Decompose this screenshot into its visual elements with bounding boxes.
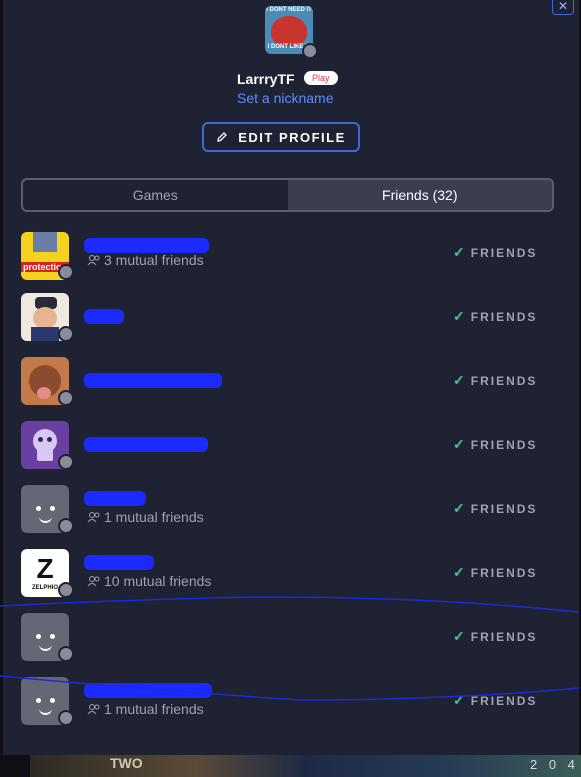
set-nickname-link[interactable]: Set a nickname	[237, 90, 334, 106]
check-icon: ✓	[453, 372, 465, 388]
friend-status-label: FRIENDS	[470, 245, 538, 260]
edit-profile-button[interactable]: EDIT PROFILE	[202, 122, 360, 152]
friend-status-label: FRIENDS	[470, 437, 538, 452]
friend-status: ✓ FRIENDS	[453, 372, 537, 389]
friend-status-label: FRIENDS	[470, 629, 538, 644]
users-icon	[87, 255, 100, 266]
tab-games[interactable]: Games	[23, 180, 288, 210]
friend-status-dot	[58, 326, 74, 342]
friend-status: ✓ FRIENDS	[453, 500, 537, 517]
mutual-friends-text: 10 mutual friends	[104, 573, 212, 589]
friend-status-dot	[58, 390, 74, 406]
mutual-friends-text: 1 mutual friends	[104, 701, 204, 717]
friend-row[interactable]: ✓ FRIENDS	[21, 285, 561, 343]
redacted-name	[84, 238, 209, 253]
friend-status-dot	[58, 518, 74, 534]
users-icon	[87, 512, 100, 523]
tab-friends[interactable]: Friends (32)	[287, 180, 552, 210]
strip-text: TWO	[110, 755, 143, 771]
check-icon: ✓	[453, 436, 465, 452]
mutual-friends: 10 mutual friends	[87, 573, 211, 589]
strip-number: 2 0 4	[530, 757, 579, 772]
mutual-friends: 1 mutual friends	[87, 509, 204, 525]
profile-avatar[interactable]: I DONT NEED IT I DONT LIKE IT	[265, 6, 318, 59]
mutual-friends: 1 mutual friends	[87, 701, 204, 717]
redacted-name	[84, 491, 146, 506]
friend-status-label: FRIENDS	[470, 693, 538, 708]
check-icon: ✓	[453, 628, 465, 644]
mutual-friends-text: 3 mutual friends	[104, 252, 204, 268]
friend-status-dot	[58, 454, 74, 470]
redacted-name	[84, 309, 124, 324]
friend-status: ✓ FRIENDS	[453, 628, 537, 645]
friend-status-label: FRIENDS	[470, 565, 538, 580]
mutual-friends-text: 1 mutual friends	[104, 509, 204, 525]
users-icon	[87, 704, 100, 715]
friend-status-label: FRIENDS	[470, 501, 538, 516]
friend-row[interactable]: ✓ FRIENDS	[21, 413, 561, 471]
close-icon: ✕	[557, 0, 569, 13]
friend-row[interactable]: 1 mutual friends ✓ FRIENDS	[21, 477, 561, 535]
check-icon: ✓	[453, 500, 465, 516]
friend-status: ✓ FRIENDS	[453, 244, 537, 261]
mutual-friends: 3 mutual friends	[87, 252, 204, 268]
friend-row[interactable]: ✓ FRIENDS	[21, 605, 561, 663]
check-icon: ✓	[453, 308, 465, 324]
redacted-name	[84, 555, 154, 570]
redacted-name	[84, 437, 208, 452]
friend-row[interactable]: ✓ FRIENDS	[21, 349, 561, 407]
status-badge: Play	[304, 71, 338, 85]
friend-status: ✓ FRIENDS	[453, 692, 537, 709]
avatar-caption-top: I DONT NEED IT	[266, 7, 312, 13]
redacted-name	[84, 683, 212, 698]
username: LarrryTF	[237, 71, 295, 87]
friend-row[interactable]: protection 3 mutual friends ✓ FRIENDS	[21, 224, 561, 282]
friend-status-dot	[58, 582, 74, 598]
friend-status-dot	[58, 264, 74, 280]
background-game-strip: TWO 2 0 4	[30, 755, 581, 777]
friend-status-dot	[58, 646, 74, 662]
friend-status: ✓ FRIENDS	[453, 436, 537, 453]
crab-image	[271, 16, 307, 46]
users-icon	[87, 576, 100, 587]
friend-row[interactable]: 1 mutual friends ✓ FRIENDS	[21, 669, 561, 727]
friend-status: ✓ FRIENDS	[453, 308, 537, 325]
friend-status: ✓ FRIENDS	[453, 564, 537, 581]
check-icon: ✓	[453, 692, 465, 708]
friends-panel: ✕ I DONT NEED IT I DONT LIKE IT LarrryTF…	[3, 0, 579, 755]
friend-status-label: FRIENDS	[470, 309, 538, 324]
pencil-icon	[217, 132, 228, 142]
redacted-name	[84, 373, 222, 388]
check-icon: ✓	[453, 564, 465, 580]
edit-profile-label: EDIT PROFILE	[238, 129, 346, 145]
check-icon: ✓	[453, 244, 465, 260]
friend-status-label: FRIENDS	[470, 373, 538, 388]
close-button[interactable]: ✕	[552, 0, 574, 15]
friend-status-dot	[58, 710, 74, 726]
profile-tabs: Games Friends (32)	[21, 178, 554, 212]
profile-status-dot	[302, 43, 318, 59]
friend-row[interactable]: Z ZELPHIO 10 mutual friends ✓ FRIENDS	[21, 541, 561, 599]
